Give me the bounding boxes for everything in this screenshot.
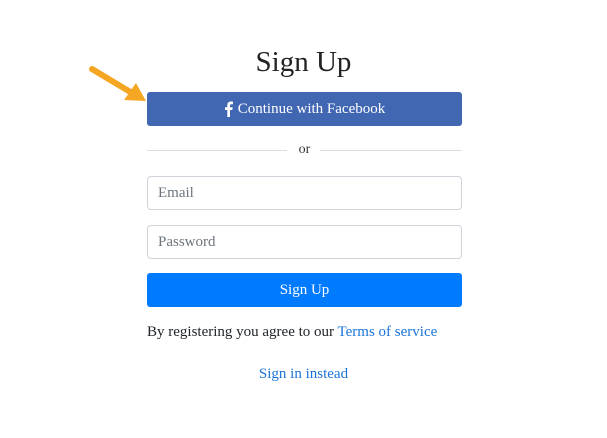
email-input[interactable]: [147, 176, 462, 210]
terms-prefix-text: By registering you agree to our: [147, 324, 338, 340]
sign-up-button-label: Sign Up: [279, 281, 330, 298]
or-divider: or: [147, 141, 462, 159]
terms-of-service-link[interactable]: Terms of service: [338, 324, 438, 340]
facebook-f-icon: [224, 101, 233, 117]
password-input[interactable]: [147, 225, 462, 259]
terms-notice: By registering you agree to our Terms of…: [147, 322, 437, 342]
sign-in-instead-link[interactable]: Sign in instead: [259, 366, 348, 382]
arrow-icon: [89, 66, 146, 101]
divider-text: or: [298, 142, 311, 157]
sign-up-button[interactable]: Sign Up: [147, 273, 462, 307]
facebook-button-label: Continue with Facebook: [237, 100, 386, 117]
sign-in-row: Sign in instead: [0, 364, 607, 384]
continue-with-facebook-button[interactable]: Continue with Facebook: [147, 92, 462, 126]
